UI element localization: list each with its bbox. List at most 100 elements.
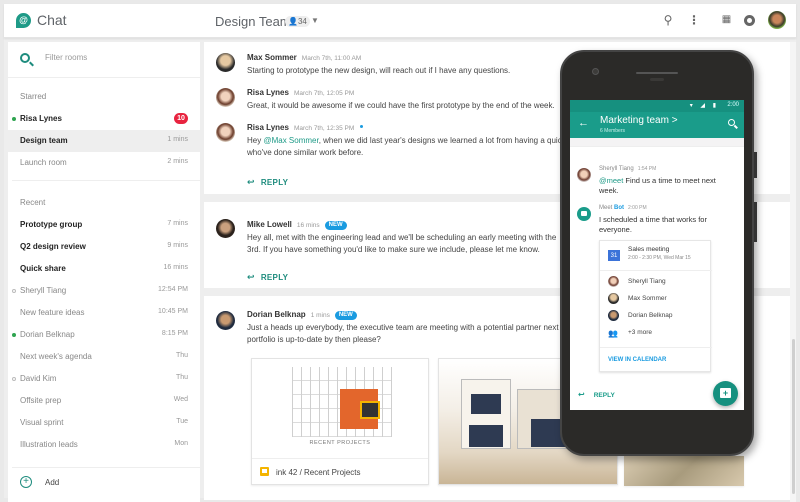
room-item[interactable]: Illustration leads Mon <box>8 434 200 456</box>
filter-rooms-row <box>8 42 200 78</box>
room-name: Risa Lynes <box>20 114 62 123</box>
room-item[interactable]: Dorian Belknap 8:15 PM <box>8 324 200 346</box>
room-name: Offsite prep <box>20 396 62 405</box>
room-time: Wed <box>173 396 188 403</box>
avatar[interactable] <box>577 168 591 182</box>
avatar[interactable] <box>216 53 235 72</box>
people-icon: 👥 <box>608 329 618 338</box>
avatar[interactable] <box>216 123 235 142</box>
online-presence-icon <box>12 333 16 337</box>
slides-icon <box>260 467 269 476</box>
more-attendees: +3 more <box>628 329 653 336</box>
reply-button[interactable]: ↩ REPLY <box>247 177 288 188</box>
room-time: 12:54 PM <box>158 286 188 293</box>
author-name[interactable]: Max Sommer <box>247 53 297 62</box>
room-time: 9 mins <box>167 242 188 249</box>
room-name: Sheryll Tiang <box>20 286 67 295</box>
room-item[interactable]: Offsite prep Wed <box>8 390 200 412</box>
author-name: Sheryll Tiang <box>599 166 634 172</box>
account-avatar[interactable] <box>768 11 786 29</box>
mention-link[interactable]: @meet <box>599 176 623 185</box>
author-name[interactable]: Dorian Belknap <box>247 310 306 319</box>
notifications-icon[interactable] <box>744 15 755 26</box>
room-item[interactable]: Risa Lynes 10 <box>8 108 200 130</box>
attendee-name: Dorian Belknap <box>628 312 673 319</box>
room-name: Visual sprint <box>20 418 64 427</box>
top-bar: @ Chat Design Team 👤34 ▼ ⚲ ⋮ ▦ <box>4 4 796 38</box>
author-name: Meet <box>599 205 615 211</box>
attendee-name: Sheryll Tiang <box>628 278 666 285</box>
author-name[interactable]: Risa Lynes <box>247 88 289 97</box>
avatar[interactable] <box>216 219 235 238</box>
phone-side-button <box>754 202 757 242</box>
member-count: 34 <box>297 17 307 26</box>
attachment-name: ink 42 / Recent Projects <box>276 468 361 477</box>
search-icon[interactable]: ⚲ <box>660 12 676 28</box>
phone-sensor <box>650 78 664 81</box>
mention-link[interactable]: @Max Sommer <box>263 136 318 145</box>
room-time: 10:45 PM <box>158 308 188 315</box>
room-time: 2 mins <box>167 158 188 165</box>
meet-bot-icon[interactable] <box>577 207 591 221</box>
room-dropdown-icon[interactable]: ▼ <box>311 16 319 25</box>
room-time: 7 mins <box>167 220 188 227</box>
message-text: Hey @Max Sommer, when we did last year's… <box>247 135 577 147</box>
away-presence-icon <box>12 377 16 381</box>
room-item[interactable]: Next week's agenda Thu <box>8 346 200 368</box>
message-time: 16 mins <box>296 222 320 229</box>
unread-count-badge: 10 <box>174 113 188 124</box>
room-time: Thu <box>175 352 188 359</box>
filter-rooms-input[interactable] <box>45 53 185 62</box>
reply-button[interactable]: ↩ REPLY <box>247 272 288 283</box>
avatar <box>608 293 619 304</box>
message-time: 1 mins <box>310 312 330 319</box>
room-item[interactable]: Design team 1 mins <box>8 130 200 152</box>
add-room-button[interactable]: + Add <box>8 468 200 502</box>
more-vert-icon[interactable]: ⋮ <box>686 12 702 28</box>
apps-grid-icon[interactable]: ▦ <box>718 12 734 28</box>
message-text-line2: who've done similar work before. <box>247 148 364 157</box>
message-time: March 7th, 11:00 AM <box>301 55 362 62</box>
room-name: Prototype group <box>20 220 83 229</box>
room-item[interactable]: David Kim Thu <box>8 368 200 390</box>
message-time: 1:54 PM <box>637 166 657 172</box>
message-text: Hey all, met with the engineering lead a… <box>247 233 557 242</box>
attachment-card-partial[interactable] <box>624 456 744 486</box>
author-name[interactable]: Mike Lowell <box>247 220 292 229</box>
room-name: New feature ideas <box>20 308 85 317</box>
room-item[interactable]: Q2 design review 9 mins <box>8 236 200 258</box>
status-icons: ▾ ◢ ▮ <box>689 103 719 109</box>
phone-room-title[interactable]: Marketing team > <box>600 115 678 126</box>
room-item[interactable]: Prototype group 7 mins <box>8 214 200 236</box>
phone-reply-button[interactable]: ↩ REPLY <box>578 390 615 399</box>
more-attendees-row[interactable]: 👥 +3 more <box>600 325 712 341</box>
calendar-event-card[interactable]: 31 Sales meeting 2:00 - 2:30 PM, Wed Mar… <box>599 240 712 372</box>
room-item[interactable]: Launch room 2 mins <box>8 152 200 174</box>
member-count-chip[interactable]: 👤34 <box>285 16 310 27</box>
text-segment: Hey <box>247 136 264 145</box>
new-message-fab[interactable] <box>713 381 738 406</box>
scrollbar-thumb[interactable] <box>792 339 795 494</box>
author-name[interactable]: Risa Lynes <box>247 123 289 132</box>
sidebar: Starred Risa Lynes 10 Design team 1 mins… <box>8 42 200 502</box>
phone-screen: ▾ ◢ ▮ 2:00 ← Marketing team > 6 Members … <box>570 100 744 410</box>
view-in-calendar-button[interactable]: VIEW IN CALENDAR <box>608 357 666 363</box>
back-arrow-icon[interactable]: ← <box>578 117 589 129</box>
room-item[interactable]: Visual sprint Tue <box>8 412 200 434</box>
room-item[interactable]: New feature ideas 10:45 PM <box>8 302 200 324</box>
room-title[interactable]: Design Team <box>215 14 291 29</box>
attachment-card[interactable]: RECENT PROJECTS ink 42 / Recent Projects <box>251 358 429 485</box>
room-time: 1 mins <box>167 136 188 143</box>
room-time: 8:15 PM <box>161 330 188 337</box>
avatar[interactable] <box>216 311 235 330</box>
room-item[interactable]: Sheryll Tiang 12:54 PM <box>8 280 200 302</box>
message-text: @meet Find us a time to meet next week. <box>599 176 729 196</box>
room-item[interactable]: Quick share 16 mins <box>8 258 200 280</box>
message-text-line2: 3rd. If you have something you'd like to… <box>247 245 540 254</box>
phone-room-subtitle: 6 Members <box>600 128 626 134</box>
app-title: Chat <box>37 12 67 28</box>
search-icon[interactable] <box>728 119 735 126</box>
attendee-row: Sheryll Tiang <box>600 274 712 290</box>
room-name: Illustration leads <box>20 440 78 449</box>
avatar[interactable] <box>216 88 235 107</box>
